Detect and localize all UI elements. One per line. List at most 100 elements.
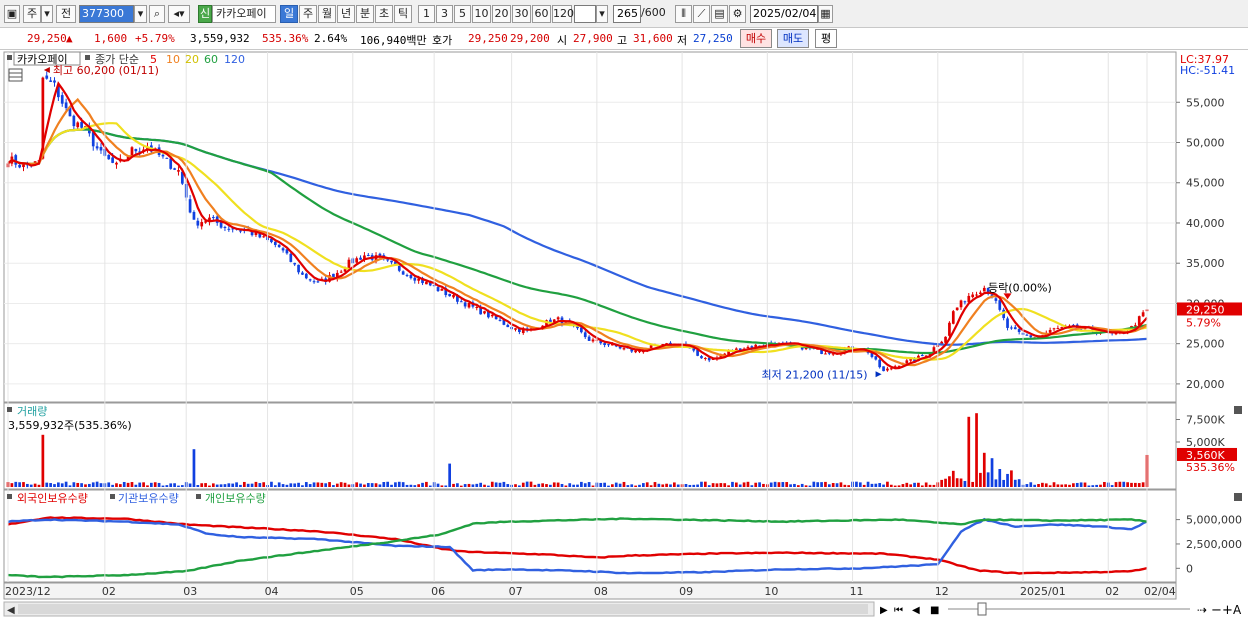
volume-bar (192, 449, 196, 487)
period-day[interactable]: 일 (280, 5, 298, 23)
zoom-fit-icon[interactable]: ⇢ (1197, 603, 1207, 617)
interval-30[interactable]: 30 (512, 5, 531, 23)
volume-bar (731, 481, 734, 487)
date-input[interactable]: 2025/02/04 (750, 5, 818, 23)
gear-icon[interactable]: ⚙ (729, 5, 746, 23)
candle-body (998, 300, 1002, 310)
volume-pane-close-icon[interactable] (1234, 406, 1242, 414)
scroll-right-icon[interactable]: ▶ (880, 605, 888, 616)
volume-bar (789, 484, 792, 487)
low-price: 27,250 (693, 32, 733, 45)
market-select[interactable]: 주 (23, 5, 41, 23)
sell-button[interactable]: 매도 (777, 29, 809, 48)
zoom-slider[interactable] (948, 602, 1190, 616)
volume-bar (285, 484, 289, 487)
prev-button[interactable]: 전 (56, 5, 76, 23)
code-dropdown-icon[interactable]: ▾ (134, 5, 147, 23)
volume-bar (750, 485, 754, 487)
volume-bar (971, 481, 975, 487)
volume-bar (711, 483, 715, 487)
period-tick[interactable]: 틱 (394, 5, 412, 23)
sound-icon[interactable]: ◂▾ (168, 5, 190, 23)
volume-bar (591, 485, 595, 487)
first-page-icon[interactable]: ⏮ (894, 605, 903, 616)
stock-code-input[interactable]: 377300 (79, 5, 134, 23)
custom-interval-input[interactable] (574, 5, 596, 23)
candle-body (824, 353, 827, 355)
volume-bar (762, 483, 765, 487)
volume-bar (893, 485, 897, 487)
holdings-pane-close-icon[interactable] (1234, 493, 1242, 501)
count-input[interactable]: 265 (613, 5, 641, 23)
volume-bar (1056, 484, 1060, 487)
stop-icon[interactable]: ■ (930, 605, 939, 616)
zoom-slider-handle[interactable] (977, 602, 987, 616)
candle-body (165, 157, 169, 159)
volume-bar (440, 485, 444, 487)
volume-bar (1126, 482, 1129, 487)
scroll-thumb[interactable] (18, 604, 868, 614)
calendar-icon[interactable]: ▦ (818, 5, 833, 23)
date-tick-label: 2023/12 (5, 585, 51, 598)
volume-bar (1087, 485, 1091, 487)
prev-page-icon[interactable]: ◀ (912, 605, 920, 616)
scrollbar[interactable]: ◀ (3, 601, 875, 617)
candle-body (483, 311, 486, 314)
volume-bar (882, 484, 885, 487)
volume-bar (394, 482, 397, 487)
volume-bar (994, 479, 998, 487)
volume-bar (215, 484, 219, 487)
candle-body (293, 262, 297, 265)
volume-bar (297, 482, 300, 487)
volume-bar (68, 485, 72, 487)
period-month[interactable]: 월 (318, 5, 336, 23)
data-table-icon[interactable] (8, 68, 23, 82)
candle-body (161, 154, 165, 157)
interval-dropdown-icon[interactable]: ▾ (596, 5, 608, 23)
volume-bar (545, 484, 548, 487)
layout-icon[interactable]: ▣ (4, 5, 20, 23)
period-week[interactable]: 주 (299, 5, 317, 23)
candle-type-icon[interactable]: ⫴ (675, 5, 692, 23)
market-dropdown-icon[interactable]: ▾ (41, 5, 53, 23)
eval-button[interactable]: 평 (815, 29, 837, 48)
candle-body (622, 348, 626, 350)
toolbar: ▣ 주 ▾ 전 377300 ▾ ⌕ ◂▾ 신 카카오페이 일 주 월 년 분 … (0, 0, 1248, 28)
volume-bar (754, 482, 758, 487)
interval-5[interactable]: 5 (454, 5, 471, 23)
volume-bar (858, 482, 862, 487)
zoom-out-icon[interactable]: − (1211, 603, 1222, 618)
interval-3[interactable]: 3 (436, 5, 453, 23)
volume-bar (1006, 473, 1009, 487)
draw-tool-icon[interactable]: ⟋ (693, 5, 710, 23)
volume-bar (843, 484, 847, 487)
candle-body (459, 301, 463, 303)
volume-bar (165, 485, 169, 487)
volume-pane-marker-icon (7, 407, 12, 412)
volume-bar (122, 481, 126, 487)
scroll-left-icon[interactable]: ◀ (7, 605, 15, 616)
candle-body (239, 230, 242, 232)
volume-bar (118, 484, 122, 487)
save-icon[interactable]: ▤ (711, 5, 728, 23)
date-tick-label: 10 (764, 585, 778, 598)
candle-body (463, 302, 467, 307)
volume-bar (270, 481, 273, 487)
volume-bar (88, 483, 91, 487)
auto-scale-icon[interactable]: A (1233, 603, 1242, 617)
interval-10[interactable]: 10 (472, 5, 491, 23)
period-year[interactable]: 년 (337, 5, 355, 23)
stock-chart[interactable]: 55,00050,00045,00040,00035,00030,00025,0… (0, 50, 1248, 621)
search-icon[interactable]: ⌕ (149, 5, 165, 23)
candle-body (905, 360, 909, 364)
period-minute[interactable]: 분 (356, 5, 374, 23)
candle-body (700, 356, 703, 359)
period-second[interactable]: 초 (375, 5, 393, 23)
zoom-in-icon[interactable]: + (1222, 603, 1233, 618)
buy-button[interactable]: 매수 (740, 29, 772, 48)
interval-120[interactable]: 120 (552, 5, 574, 23)
volume-bar (1041, 482, 1044, 487)
interval-60[interactable]: 60 (532, 5, 551, 23)
interval-1[interactable]: 1 (418, 5, 435, 23)
interval-20[interactable]: 20 (492, 5, 511, 23)
